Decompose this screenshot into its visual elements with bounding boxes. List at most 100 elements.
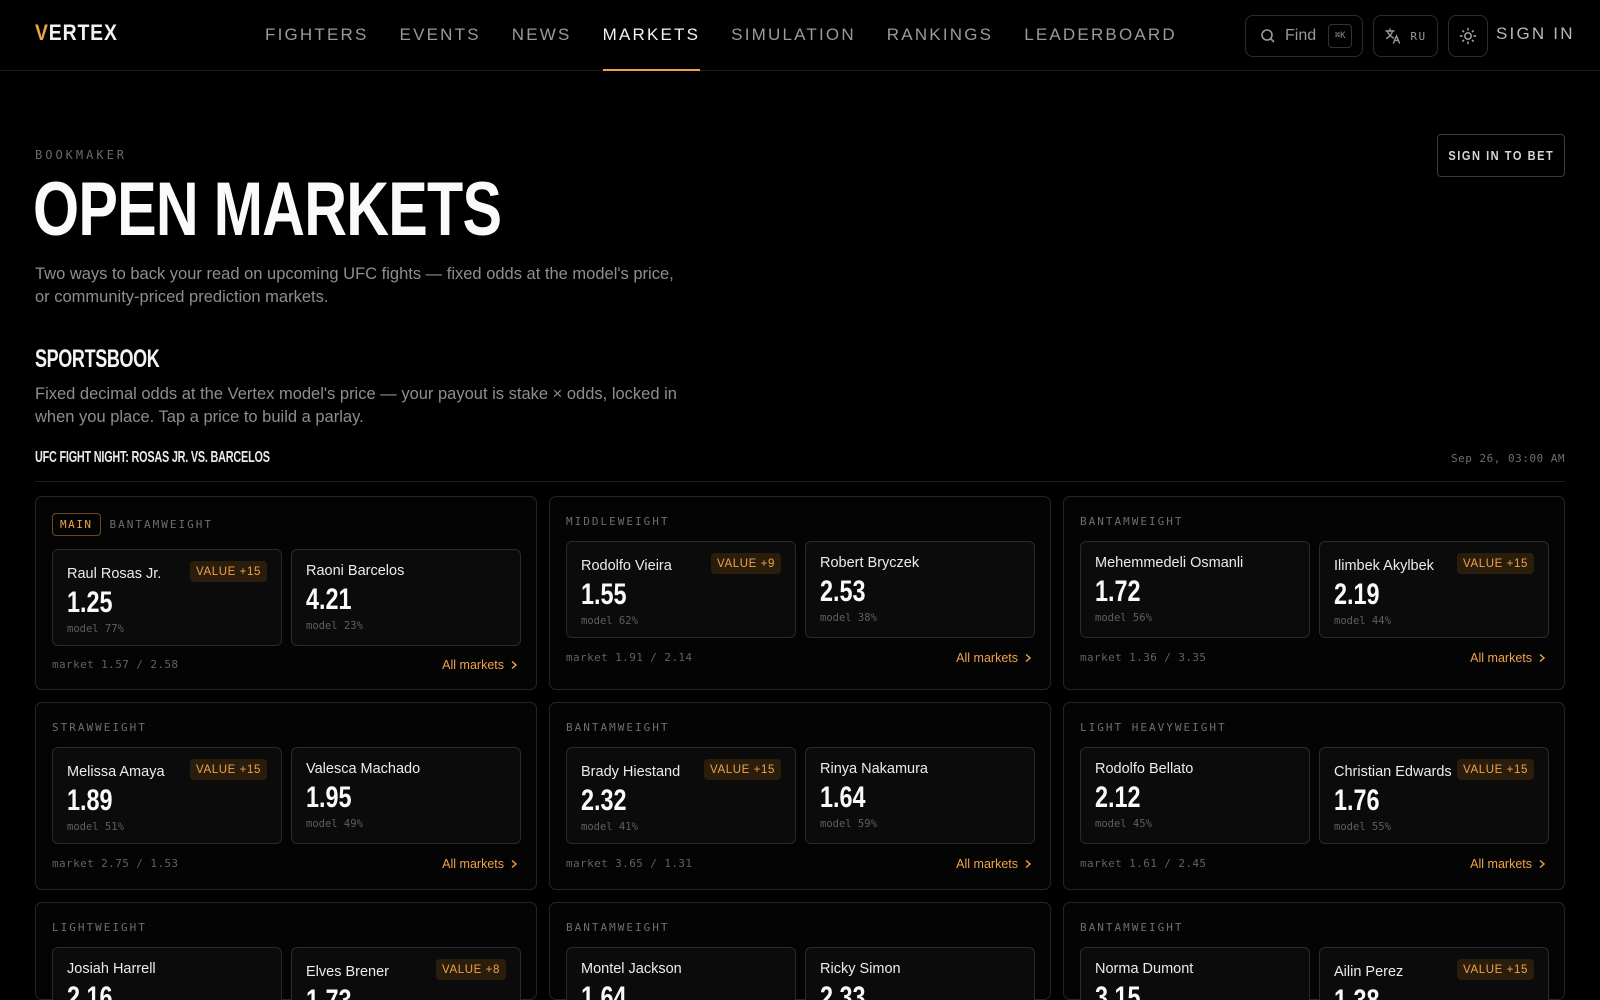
odds-button[interactable]: Mehemmedeli Osmanli 1.72 model 56% xyxy=(1080,541,1310,638)
fighter-name: Rodolfo Vieira xyxy=(581,558,672,574)
odds-button[interactable]: Elves Brener VALUE +8 1.73 xyxy=(291,947,521,1000)
odds-button[interactable]: Robert Bryczek 2.53 model 38% xyxy=(805,541,1035,638)
value-badge: VALUE +9 xyxy=(711,553,781,574)
main-event-tag: MAIN xyxy=(52,513,101,536)
nav-rankings[interactable]: RANKINGS xyxy=(887,0,993,71)
fight-card-header: MAIN BANTAMWEIGHT xyxy=(52,513,213,536)
fight-card: MIDDLEWEIGHT Rodolfo Vieira VALUE +9 1.5… xyxy=(549,496,1051,690)
fighter-name: Valesca Machado xyxy=(306,761,421,777)
all-markets-link[interactable]: All markets xyxy=(956,857,1032,871)
odds-button[interactable]: Rodolfo Bellato 2.12 model 45% xyxy=(1080,747,1310,844)
chevron-right-icon xyxy=(1539,859,1546,869)
event-date: Sep 26, 03:00 AM xyxy=(1451,452,1565,465)
model-probability: model 41% xyxy=(581,821,638,833)
fighter-name: Josiah Harrell xyxy=(67,961,156,977)
all-markets-label: All markets xyxy=(1470,651,1532,665)
decimal-odds: 1.55 xyxy=(581,578,627,611)
odds-button[interactable]: Rinya Nakamura 1.64 model 59% xyxy=(805,747,1035,844)
odds-button[interactable]: Ricky Simon 2.33 xyxy=(805,947,1035,1000)
language-label: RU xyxy=(1410,29,1427,43)
decimal-odds: 4.21 xyxy=(306,583,352,616)
fighter-name: Ailin Perez xyxy=(1334,964,1404,980)
find-button[interactable]: Find ⌘K xyxy=(1245,15,1363,57)
decimal-odds: 1.73 xyxy=(306,984,352,1000)
fighter-name: Rinya Nakamura xyxy=(820,761,928,777)
language-button[interactable]: RU xyxy=(1373,15,1438,57)
odds-button[interactable]: Valesca Machado 1.95 model 49% xyxy=(291,747,521,844)
sportsbook-description: Fixed decimal odds at the Vertex model's… xyxy=(35,385,677,426)
search-icon xyxy=(1261,29,1275,43)
odds-button[interactable]: Raoni Barcelos 4.21 model 23% xyxy=(291,549,521,646)
all-markets-label: All markets xyxy=(1470,857,1532,871)
all-markets-label: All markets xyxy=(956,651,1018,665)
nav-simulation[interactable]: SIMULATION xyxy=(731,0,856,71)
model-probability: model 51% xyxy=(67,821,124,833)
all-markets-link[interactable]: All markets xyxy=(956,651,1032,665)
weight-class: BANTAMWEIGHT xyxy=(109,518,213,531)
model-probability: model 56% xyxy=(1095,612,1152,624)
odds-button[interactable]: Melissa Amaya VALUE +15 1.89 model 51% xyxy=(52,747,282,844)
nav-leaderboard[interactable]: LEADERBOARD xyxy=(1024,0,1177,71)
nav-fighters[interactable]: FIGHTERS xyxy=(265,0,369,71)
fighter-name: Ricky Simon xyxy=(820,961,901,977)
all-markets-link[interactable]: All markets xyxy=(1470,857,1546,871)
value-badge: VALUE +15 xyxy=(190,561,267,582)
odds-button[interactable]: Rodolfo Vieira VALUE +9 1.55 model 62% xyxy=(566,541,796,638)
odds-button[interactable]: Raul Rosas Jr. VALUE +15 1.25 model 77% xyxy=(52,549,282,646)
vertex-logo[interactable]: VERTEX xyxy=(35,20,118,46)
fight-card: BANTAMWEIGHT Montel Jackson 1.64 Ricky S… xyxy=(549,902,1051,1000)
translate-icon xyxy=(1385,28,1401,44)
fighter-name: Melissa Amaya xyxy=(67,764,165,780)
find-label: Find xyxy=(1285,27,1317,44)
sign-in-link[interactable]: SIGN IN xyxy=(1496,24,1575,44)
odds-button[interactable]: Brady Hiestand VALUE +15 2.32 model 41% xyxy=(566,747,796,844)
fighter-name: Raul Rosas Jr. xyxy=(67,566,162,582)
value-badge: VALUE +15 xyxy=(190,759,267,780)
nav-markets[interactable]: MARKETS xyxy=(602,0,701,71)
value-badge: VALUE +15 xyxy=(1457,959,1534,980)
all-markets-link[interactable]: All markets xyxy=(442,658,518,672)
market-odds: market 3.65 / 1.31 xyxy=(566,857,693,870)
decimal-odds: 1.72 xyxy=(1095,575,1141,608)
page-title: OPEN MARKETS xyxy=(33,167,502,252)
all-markets-label: All markets xyxy=(442,857,504,871)
model-probability: model 62% xyxy=(581,615,638,627)
nav-events[interactable]: EVENTS xyxy=(400,0,481,71)
odds-button[interactable]: Josiah Harrell 2.16 xyxy=(52,947,282,1000)
fight-card-header: STRAWWEIGHT xyxy=(52,716,147,739)
value-badge: VALUE +15 xyxy=(704,759,781,780)
market-odds: market 1.57 / 2.58 xyxy=(52,658,179,671)
decimal-odds: 2.12 xyxy=(1095,781,1141,814)
decimal-odds: 1.25 xyxy=(67,586,113,619)
page-intro: Two ways to back your read on upcoming U… xyxy=(35,265,674,306)
theme-toggle-button[interactable] xyxy=(1448,15,1488,57)
all-markets-link[interactable]: All markets xyxy=(1470,651,1546,665)
odds-button[interactable]: Norma Dumont 3.15 xyxy=(1080,947,1310,1000)
all-markets-label: All markets xyxy=(442,658,504,672)
fight-card-header: MIDDLEWEIGHT xyxy=(566,510,669,533)
market-odds: market 2.75 / 1.53 xyxy=(52,857,179,870)
odds-button[interactable]: Christian Edwards VALUE +15 1.76 model 5… xyxy=(1319,747,1549,844)
decimal-odds: 3.15 xyxy=(1095,981,1141,1000)
fight-card-header: LIGHT HEAVYWEIGHT xyxy=(1080,716,1227,739)
nav-news[interactable]: NEWS xyxy=(512,0,572,71)
decimal-odds: 2.53 xyxy=(820,575,866,608)
weight-class: MIDDLEWEIGHT xyxy=(566,515,670,528)
odds-button[interactable]: Ilimbek Akylbek VALUE +15 2.19 model 44% xyxy=(1319,541,1549,638)
value-badge: VALUE +8 xyxy=(436,959,506,980)
odds-button[interactable]: Ailin Perez VALUE +15 1.38 xyxy=(1319,947,1549,1000)
chevron-right-icon xyxy=(511,859,518,869)
market-odds: market 1.91 / 2.14 xyxy=(566,651,693,664)
market-odds: market 1.36 / 3.35 xyxy=(1080,651,1207,664)
decimal-odds: 1.64 xyxy=(581,981,627,1000)
decimal-odds: 1.64 xyxy=(820,781,866,814)
fighter-name: Montel Jackson xyxy=(581,961,682,977)
odds-button[interactable]: Montel Jackson 1.64 xyxy=(566,947,796,1000)
sign-in-to-bet-button[interactable]: SIGN IN TO BET xyxy=(1437,134,1565,177)
decimal-odds: 1.76 xyxy=(1334,784,1380,817)
all-markets-link[interactable]: All markets xyxy=(442,857,518,871)
fight-card-header: BANTAMWEIGHT xyxy=(566,716,669,739)
value-badge: VALUE +15 xyxy=(1457,553,1534,574)
chevron-right-icon xyxy=(1539,653,1546,663)
model-probability: model 38% xyxy=(820,612,877,624)
